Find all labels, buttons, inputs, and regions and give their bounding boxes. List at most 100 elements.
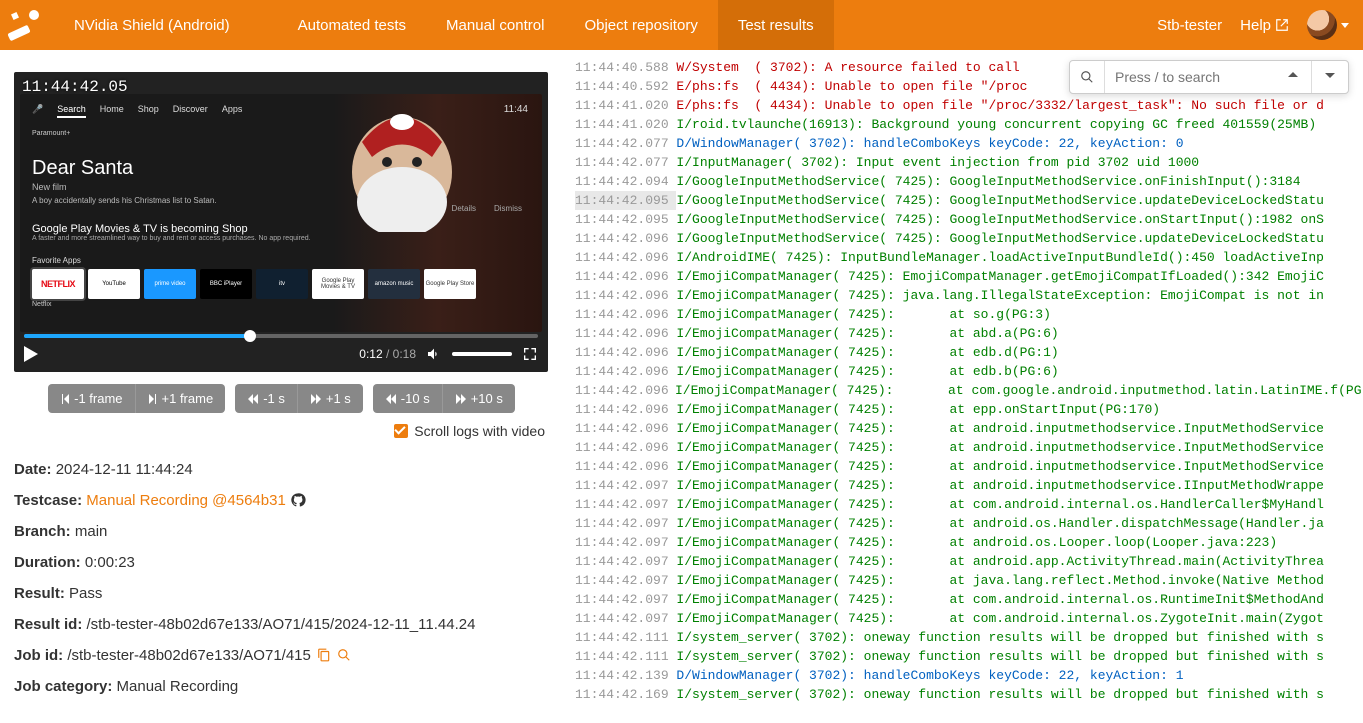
log-line[interactable]: 11:44:42.077 I/InputManager( 3702): Inpu…: [575, 153, 1363, 172]
log-search-input[interactable]: [1105, 61, 1275, 93]
tv-dismiss-btn: Dismiss: [494, 204, 522, 213]
user-menu[interactable]: [1307, 10, 1349, 40]
tv-selected-app-label: Netflix: [32, 301, 530, 308]
log-line[interactable]: 11:44:41.020 E/phs:fs ( 4434): Unable to…: [575, 96, 1363, 115]
log-line[interactable]: 11:44:42.111 I/system_server( 3702): one…: [575, 647, 1363, 666]
log-line[interactable]: 11:44:42.111 I/system_server( 3702): one…: [575, 628, 1363, 647]
log-line[interactable]: 11:44:42.094 I/GoogleInputMethodService(…: [575, 172, 1363, 191]
tv-tab-apps: Apps: [222, 104, 243, 118]
log-timestamp: 11:44:42.096: [575, 419, 676, 438]
log-timestamp: 11:44:42.094: [575, 172, 676, 191]
btn-plus-1s[interactable]: +1 s: [297, 384, 363, 413]
log-timestamp: 11:44:42.077: [575, 153, 676, 172]
log-line[interactable]: 11:44:42.095 I/GoogleInputMethodService(…: [575, 210, 1363, 229]
fullscreen-icon[interactable]: [522, 346, 538, 362]
log-timestamp: 11:44:42.096: [575, 381, 675, 400]
rewind-icon: [385, 394, 397, 404]
log-line[interactable]: 11:44:42.097 I/EmojiCompatManager( 7425)…: [575, 476, 1363, 495]
tab-object-repository[interactable]: Object repository: [564, 0, 717, 50]
github-icon[interactable]: [290, 492, 306, 508]
tv-app-gpm: Google Play Movies & TV: [312, 269, 364, 299]
log-message: I/GoogleInputMethodService( 7425): Googl…: [676, 172, 1300, 191]
log-message: I/EmojiCompatManager( 7425): at edb.b(PG…: [676, 362, 1058, 381]
brand-link[interactable]: Stb-tester: [1157, 17, 1222, 34]
log-message: I/EmojiCompatManager( 7425): java.lang.I…: [676, 286, 1324, 305]
log-timestamp: 11:44:42.097: [575, 514, 676, 533]
log-line[interactable]: 11:44:42.097 I/EmojiCompatManager( 7425)…: [575, 609, 1363, 628]
log-message: I/EmojiCompatManager( 7425): at com.andr…: [676, 495, 1324, 514]
tab-automated-tests[interactable]: Automated tests: [278, 0, 426, 50]
log-message: I/EmojiCompatManager( 7425): at abd.a(PG…: [676, 324, 1058, 343]
log-line[interactable]: 11:44:42.096 I/EmojiCompatManager( 7425)…: [575, 267, 1363, 286]
help-link[interactable]: Help: [1240, 17, 1289, 34]
search-icon: [1080, 70, 1094, 84]
tv-banner-sub: A faster and more streamlined way to buy…: [32, 235, 530, 242]
log-line[interactable]: 11:44:42.096 I/EmojiCompatManager( 7425)…: [575, 438, 1363, 457]
search-next-button[interactable]: [1311, 61, 1348, 93]
log-line[interactable]: 11:44:42.095 I/GoogleInputMethodService(…: [575, 191, 1363, 210]
log-line[interactable]: 11:44:42.096 I/EmojiCompatManager( 7425)…: [575, 419, 1363, 438]
log-line[interactable]: 11:44:42.096 I/EmojiCompatManager( 7425)…: [575, 343, 1363, 362]
scroll-logs-checkbox[interactable]: Scroll logs with video: [14, 423, 549, 439]
btn-minus-1s[interactable]: -1 s: [235, 384, 297, 413]
log-timestamp: 11:44:40.588: [575, 58, 676, 77]
log-line[interactable]: 11:44:42.096 I/EmojiCompatManager( 7425)…: [575, 381, 1363, 400]
scroll-logs-label: Scroll logs with video: [414, 423, 545, 439]
log-line[interactable]: 11:44:42.169 I/system_server( 3702): one…: [575, 685, 1363, 704]
copy-icon[interactable]: [317, 648, 331, 662]
tv-tab-home: Home: [100, 104, 124, 118]
btn-minus-1-frame[interactable]: -1 frame: [48, 384, 134, 413]
log-message: I/EmojiCompatManager( 7425): at android.…: [676, 533, 1277, 552]
meta-date-label: Date:: [14, 461, 52, 478]
log-line[interactable]: 11:44:42.096 I/EmojiCompatManager( 7425)…: [575, 305, 1363, 324]
log-line[interactable]: 11:44:42.097 I/EmojiCompatManager( 7425)…: [575, 590, 1363, 609]
log-line[interactable]: 11:44:42.077 D/WindowManager( 3702): han…: [575, 134, 1363, 153]
search-prev-button[interactable]: [1275, 61, 1311, 93]
log-timestamp: 11:44:42.077: [575, 134, 676, 153]
btn-plus-10s[interactable]: +10 s: [442, 384, 515, 413]
tab-manual-control[interactable]: Manual control: [426, 0, 564, 50]
external-link-icon: [1275, 18, 1289, 32]
log-line[interactable]: 11:44:42.097 I/EmojiCompatManager( 7425)…: [575, 495, 1363, 514]
log-timestamp: 11:44:42.097: [575, 552, 676, 571]
device-selector[interactable]: NVidia Shield (Android): [54, 0, 248, 50]
play-button[interactable]: [24, 346, 38, 362]
btn-plus-1-frame[interactable]: +1 frame: [135, 384, 226, 413]
log-line[interactable]: 11:44:42.096 I/EmojiCompatManager( 7425)…: [575, 324, 1363, 343]
log-line[interactable]: 11:44:42.097 I/EmojiCompatManager( 7425)…: [575, 571, 1363, 590]
log-line[interactable]: 11:44:42.097 I/EmojiCompatManager( 7425)…: [575, 514, 1363, 533]
log-message: I/EmojiCompatManager( 7425): at so.g(PG:…: [676, 305, 1050, 324]
tab-test-results[interactable]: Test results: [718, 0, 834, 50]
meta-result-value: Pass: [69, 585, 102, 602]
log-line[interactable]: 11:44:42.096 I/EmojiCompatManager( 7425)…: [575, 457, 1363, 476]
log-timestamp: 11:44:42.096: [575, 267, 676, 286]
log-message: I/EmojiCompatManager( 7425): at android.…: [676, 476, 1324, 495]
log-line[interactable]: 11:44:42.096 I/EmojiCompatManager( 7425)…: [575, 286, 1363, 305]
log-line[interactable]: 11:44:42.096 I/AndroidIME( 7425): InputB…: [575, 248, 1363, 267]
checkbox-checked-icon: [394, 424, 408, 438]
meta-branch-value: main: [75, 523, 108, 540]
search-icon[interactable]: [337, 648, 351, 662]
log-line[interactable]: 11:44:41.020 I/roid.tvlaunche(16913): Ba…: [575, 115, 1363, 134]
log-message: I/EmojiCompatManager( 7425): at java.lan…: [676, 571, 1324, 590]
log-message: I/EmojiCompatManager( 7425): at com.andr…: [676, 609, 1324, 628]
logo-wrap: [0, 0, 54, 50]
log-timestamp: 11:44:42.096: [575, 438, 676, 457]
step-back-icon: [60, 394, 70, 404]
log-timestamp: 11:44:42.097: [575, 609, 676, 628]
log-line[interactable]: 11:44:42.139 D/WindowManager( 3702): han…: [575, 666, 1363, 685]
log-line[interactable]: 11:44:42.096 I/GoogleInputMethodService(…: [575, 229, 1363, 248]
log-line[interactable]: 11:44:42.096 I/EmojiCompatManager( 7425)…: [575, 400, 1363, 419]
meta-testcase-link[interactable]: Manual Recording @4564b31: [86, 492, 286, 509]
left-pane: 11:44:42.05 🎤 Search Home Shop Discover …: [0, 50, 563, 723]
volume-icon[interactable]: [426, 346, 442, 362]
log-line[interactable]: 11:44:42.097 I/EmojiCompatManager( 7425)…: [575, 533, 1363, 552]
log-line[interactable]: 11:44:42.097 I/EmojiCompatManager( 7425)…: [575, 552, 1363, 571]
tv-description: A boy accidentally sends his Christmas l…: [32, 196, 232, 205]
btn-minus-10s[interactable]: -10 s: [373, 384, 442, 413]
video-player[interactable]: 11:44:42.05 🎤 Search Home Shop Discover …: [14, 72, 548, 372]
log-line[interactable]: 11:44:42.096 I/EmojiCompatManager( 7425)…: [575, 362, 1363, 381]
volume-slider[interactable]: [452, 352, 512, 356]
log-lines[interactable]: 11:44:40.588 W/System ( 3702): A resourc…: [563, 58, 1363, 704]
log-timestamp: 11:44:40.592: [575, 77, 676, 96]
